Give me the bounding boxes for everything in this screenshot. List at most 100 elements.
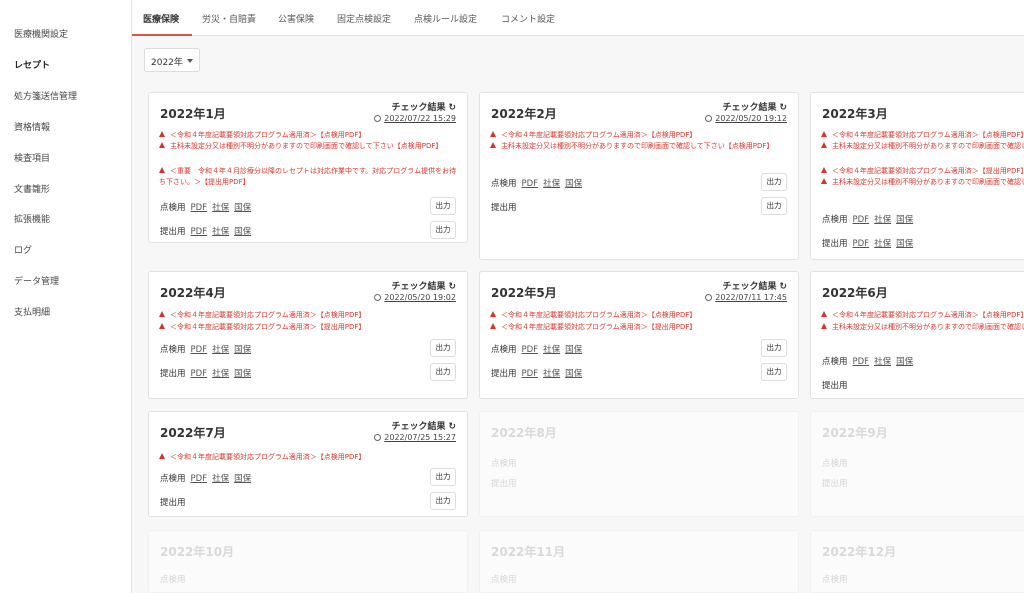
warning-message: ＜令和４年度記載要領対応プログラム適用済＞【点検用PDF】: [490, 310, 790, 321]
sidebar-item-prescription[interactable]: 処方箋送信管理: [14, 89, 77, 102]
pdf-link[interactable]: PDF: [853, 239, 870, 249]
output-button[interactable]: 出力: [430, 221, 456, 239]
check-date[interactable]: 2022/05/20 19:12: [705, 114, 787, 123]
pdf-link[interactable]: PDF: [522, 179, 539, 189]
kokuho-link[interactable]: 国保: [896, 239, 913, 249]
sidebar-item-receipt[interactable]: レセプト: [14, 58, 50, 71]
check-date-link[interactable]: 2022/07/25 15:27: [384, 433, 456, 442]
year-select[interactable]: 2022年: [144, 48, 200, 72]
output-button[interactable]: 出力: [430, 468, 456, 486]
check-result-button[interactable]: チェック結果 ↻: [391, 279, 456, 292]
output-button[interactable]: 出力: [430, 492, 456, 510]
shaho-link[interactable]: 社保: [212, 227, 229, 237]
output-button[interactable]: 出力: [761, 197, 787, 215]
warning-text: ＜令和４年度記載要領対応プログラム適用済＞【提出用PDF】: [501, 323, 697, 331]
shaho-link[interactable]: 社保: [543, 179, 560, 189]
card-month-title: 2022年8月: [491, 426, 557, 440]
shaho-link[interactable]: 社保: [874, 215, 891, 225]
main-content: 医療保険 労災・自賠責 公害保険 固定点検設定 点検ルール設定 コメント設定 2…: [132, 0, 1024, 593]
tab-fixed-check[interactable]: 固定点検設定: [337, 12, 391, 25]
warning-text: 主科未設定分又は種別不明分がありますので印刷画面で確認して下さい【点検用PDF】: [832, 142, 1024, 150]
kokuho-link[interactable]: 国保: [565, 369, 582, 379]
warning-text: ＜令和４年度記載要領対応プログラム適用済＞【点検用PDF】: [832, 131, 1024, 139]
warning-text: ＜令和４年度記載要領対応プログラム適用済＞【点検用PDF】: [170, 131, 366, 139]
warning-text: 主科未設定分又は種別不明分がありますので印刷画面で確認して下さい【点検用PDF】: [832, 178, 1024, 186]
pdf-link[interactable]: PDF: [191, 369, 208, 379]
pdf-link[interactable]: PDF: [191, 203, 208, 213]
sidebar-item-extensions[interactable]: 拡張機能: [14, 212, 50, 225]
sidebar-item-log[interactable]: ログ: [14, 243, 32, 256]
check-result-button[interactable]: チェック結果 ↻: [722, 100, 787, 113]
warning-icon: [159, 453, 165, 459]
kokuho-link[interactable]: 国保: [234, 474, 251, 484]
tab-medical-insurance[interactable]: 医療保険: [143, 12, 179, 25]
warning-icon: [490, 142, 496, 148]
check-date[interactable]: 2022/07/22 15:29: [374, 114, 456, 123]
kokuho-link[interactable]: 国保: [565, 345, 582, 355]
month-card-2022-04: 2022年4月 チェック結果 ↻ 2022/05/20 19:02 ＜令和４年度記…: [148, 271, 468, 399]
pdf-link[interactable]: PDF: [191, 474, 208, 484]
kokuho-link[interactable]: 国保: [234, 227, 251, 237]
sidebar-item-payment-details[interactable]: 支払明細: [14, 305, 50, 318]
shaho-link[interactable]: 社保: [543, 369, 560, 379]
tab-workers-comp[interactable]: 労災・自賠責: [202, 12, 256, 25]
kokuho-link[interactable]: 国保: [565, 179, 582, 189]
pdf-link[interactable]: PDF: [522, 345, 539, 355]
shaho-link[interactable]: 社保: [543, 345, 560, 355]
month-card-2022-08: 2022年8月 点検用 提出用: [479, 411, 799, 517]
warning-message: 主科未設定分又は種別不明分がありますので印刷画面で確認して下さい【点検用PDF】: [821, 177, 1024, 188]
shaho-link[interactable]: 社保: [212, 474, 229, 484]
shaho-link[interactable]: 社保: [874, 239, 891, 249]
warning-icon: [821, 178, 827, 184]
pdf-link[interactable]: PDF: [191, 345, 208, 355]
check-date-link[interactable]: 2022/07/11 17:45: [715, 293, 787, 302]
pdf-link[interactable]: PDF: [191, 227, 208, 237]
tenken-label: 点検用: [160, 474, 186, 484]
tab-pollution-insurance[interactable]: 公害保険: [278, 12, 314, 25]
kokuho-link[interactable]: 国保: [234, 203, 251, 213]
warning-text: ＜令和４年度記載要領対応プログラム適用済＞【提出用PDF】: [832, 167, 1024, 175]
output-button[interactable]: 出力: [761, 173, 787, 191]
sidebar-item-clinic-settings[interactable]: 医療機関設定: [14, 27, 68, 40]
kokuho-link[interactable]: 国保: [234, 345, 251, 355]
refresh-icon: ↻: [448, 282, 456, 292]
tenken-label: 点検用: [160, 575, 186, 585]
warning-text: ＜令和４年度記載要領対応プログラム適用済＞【点検用PDF】: [501, 131, 697, 139]
sidebar-item-qualification[interactable]: 資格情報: [14, 120, 50, 133]
check-date-link[interactable]: 2022/05/20 19:02: [384, 293, 456, 302]
sidebar-item-exam-items[interactable]: 検査項目: [14, 151, 50, 164]
tab-check-rules[interactable]: 点検ルール設定: [414, 12, 477, 25]
shaho-link[interactable]: 社保: [212, 345, 229, 355]
month-card-2022-11: 2022年11月 点検用: [479, 530, 799, 593]
kokuho-link[interactable]: 国保: [234, 369, 251, 379]
check-date-link[interactable]: 2022/05/20 19:12: [715, 114, 787, 123]
shaho-link[interactable]: 社保: [212, 369, 229, 379]
tab-comment-settings[interactable]: コメント設定: [501, 12, 555, 25]
tenken-row: 点検用 PDF 社保 国保: [822, 213, 913, 225]
kokuho-link[interactable]: 国保: [896, 357, 913, 367]
output-button[interactable]: 出力: [430, 363, 456, 381]
shaho-link[interactable]: 社保: [212, 203, 229, 213]
check-date[interactable]: 2022/07/11 17:45: [705, 293, 787, 302]
pdf-link[interactable]: PDF: [522, 369, 539, 379]
output-button[interactable]: 出力: [430, 339, 456, 357]
tenken-label: 点検用: [160, 203, 186, 213]
output-button[interactable]: 出力: [761, 363, 787, 381]
check-result-button[interactable]: チェック結果 ↻: [391, 100, 456, 113]
pdf-link[interactable]: PDF: [853, 215, 870, 225]
sidebar-item-document-template[interactable]: 文書雛形: [14, 182, 50, 195]
check-date[interactable]: 2022/07/25 15:27: [374, 433, 456, 442]
check-result-button[interactable]: チェック結果 ↻: [391, 419, 456, 432]
kokuho-link[interactable]: 国保: [896, 215, 913, 225]
refresh-icon: ↻: [448, 103, 456, 113]
year-select-value: 2022年: [151, 58, 183, 68]
clock-icon: [705, 294, 713, 301]
sidebar-item-data-management[interactable]: データ管理: [14, 274, 59, 287]
pdf-link[interactable]: PDF: [853, 357, 870, 367]
output-button[interactable]: 出力: [761, 339, 787, 357]
shaho-link[interactable]: 社保: [874, 357, 891, 367]
check-date[interactable]: 2022/05/20 19:02: [374, 293, 456, 302]
check-date-link[interactable]: 2022/07/22 15:29: [384, 114, 456, 123]
output-button[interactable]: 出力: [430, 197, 456, 215]
check-result-button[interactable]: チェック結果 ↻: [722, 279, 787, 292]
